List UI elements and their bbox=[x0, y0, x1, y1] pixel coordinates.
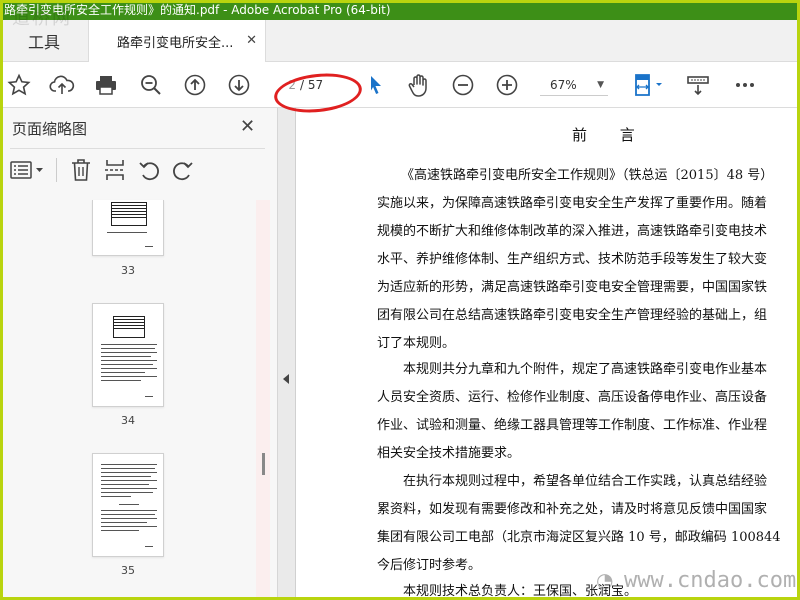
document-line: 相关安全技术措施要求。 bbox=[377, 446, 521, 461]
thumbnail-label: 34 bbox=[121, 414, 135, 427]
delete-icon[interactable] bbox=[70, 158, 92, 186]
page-thumbnail[interactable] bbox=[92, 303, 164, 407]
zoom-in-icon[interactable] bbox=[493, 71, 521, 99]
thumbnail-table bbox=[113, 316, 145, 338]
document-view[interactable]: 前 言 《高速铁路牵引变电所安全工作规则》（铁总运〔2015〕48 号） 实施以… bbox=[297, 108, 800, 600]
watermark-logo-icon: ◔ bbox=[596, 568, 614, 592]
more-icon[interactable] bbox=[731, 71, 759, 99]
page-down-icon[interactable] bbox=[225, 71, 253, 99]
select-cursor-icon[interactable] bbox=[362, 71, 390, 99]
document-line: 累资料，如发现有需要修改和补充之处，请及时将意见反馈中国国家 bbox=[377, 502, 768, 517]
options-menu-icon[interactable] bbox=[10, 160, 46, 184]
zoom-value: 67% bbox=[550, 77, 577, 92]
document-line: 规模的不断扩大和维修体制改革的深入推进，高速铁路牵引变电技术 bbox=[377, 224, 768, 239]
fit-page-icon[interactable] bbox=[628, 71, 668, 99]
rotate-right-icon[interactable] bbox=[172, 158, 194, 186]
thumbnail-toolbar bbox=[0, 154, 278, 186]
cloud-upload-icon[interactable] bbox=[48, 71, 76, 99]
document-line: 今后修订时参考。 bbox=[377, 558, 482, 573]
document-line: 《高速铁路牵引变电所安全工作规则》（铁总运〔2015〕48 号） bbox=[401, 168, 774, 183]
printer-icon[interactable] bbox=[92, 71, 120, 99]
document-line: 作业、试验和测量、绝缘工器具管理等工作制度、工作标准、作业程 bbox=[377, 418, 768, 433]
tab-document[interactable]: 路牵引变电所安全... ✕ bbox=[88, 20, 266, 63]
zoom-out-search-icon[interactable] bbox=[137, 71, 165, 99]
close-icon[interactable]: ✕ bbox=[246, 33, 257, 48]
page-thumbnails-panel: 页面缩略图 ✕ 33 34 35 bbox=[0, 108, 278, 600]
document-line: 实施以来，为保障高速铁路牵引变电安全生产发挥了重要作用。随着 bbox=[377, 196, 768, 211]
thumbnail-label: 35 bbox=[121, 564, 135, 577]
watermark-bottom: www.cndao.com bbox=[624, 568, 797, 593]
thumbnail-scrollbar[interactable] bbox=[256, 200, 270, 600]
window-title-bar: 路牵引变电所安全工作规则》的通知.pdf - Adobe Acrobat Pro… bbox=[0, 0, 800, 20]
collapse-panel-icon[interactable] bbox=[283, 374, 289, 384]
divider bbox=[56, 158, 57, 182]
page-thumbnail[interactable] bbox=[92, 453, 164, 557]
rotate-left-icon[interactable] bbox=[138, 158, 160, 186]
main-toolbar: 2 / 57 67% ▼ bbox=[0, 62, 800, 108]
document-line: 团有限公司在总结高速铁路牵引变电安全生产管理经验的基础上，组 bbox=[377, 308, 768, 323]
watermark-top: 道桥网 bbox=[12, 8, 72, 29]
document-line: 水平、养护维修体制、生产组织方式、技术防范手段等发生了较大变 bbox=[377, 252, 768, 267]
document-line: 订了本规则。 bbox=[377, 336, 456, 351]
page-thumbnail[interactable] bbox=[92, 200, 164, 256]
zoom-select[interactable]: 67% ▼ bbox=[540, 74, 608, 96]
tab-bar: 工具 路牵引变电所安全... ✕ bbox=[0, 20, 800, 63]
panel-title: 页面缩略图 bbox=[12, 120, 88, 138]
document-line: 本规则共分九章和九个附件，规定了高速铁路牵引变电作业基本 bbox=[403, 362, 768, 377]
zoom-out-icon[interactable] bbox=[449, 71, 477, 99]
star-icon[interactable] bbox=[5, 71, 33, 99]
chevron-down-icon: ▼ bbox=[597, 79, 604, 90]
scrollbar-grip[interactable] bbox=[262, 453, 265, 475]
document-heading: 前 言 bbox=[572, 126, 649, 144]
divider bbox=[10, 148, 265, 149]
document-line: 在执行本规则过程中，希望各单位结合工作实践，认真总结经验 bbox=[403, 474, 768, 489]
extract-pages-icon[interactable] bbox=[104, 158, 126, 186]
document-line: 人员安全资质、运行、检修作业制度、高压设备停电作业、高压设备 bbox=[377, 390, 768, 405]
comment-tool-icon[interactable] bbox=[684, 71, 712, 99]
thumbnail-label: 33 bbox=[121, 264, 135, 277]
close-icon[interactable]: ✕ bbox=[240, 116, 255, 137]
page-up-icon[interactable] bbox=[181, 71, 209, 99]
panel-splitter[interactable] bbox=[278, 108, 296, 600]
document-line: 集团有限公司工电部（北京市海淀区复兴路 10 号，邮政编码 100844 bbox=[377, 530, 781, 545]
hand-icon[interactable] bbox=[405, 71, 433, 99]
document-line: 为适应新的形势，满足高速铁路牵引变电安全管理需要，中国国家铁 bbox=[377, 280, 768, 295]
thumbnail-table bbox=[111, 202, 147, 226]
tab-document-label: 路牵引变电所安全... bbox=[117, 36, 234, 51]
